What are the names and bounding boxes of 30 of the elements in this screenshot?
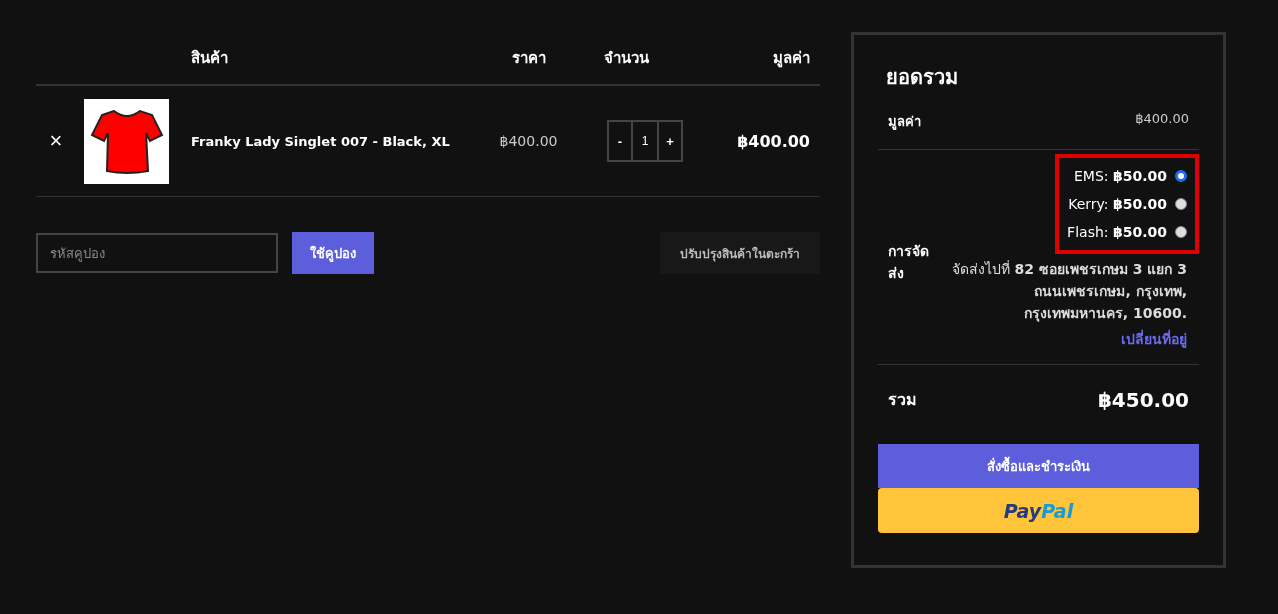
column-header: จำนวน	[603, 48, 650, 69]
column-header: ราคา	[510, 48, 547, 69]
quantity-field[interactable]: 1	[631, 120, 659, 162]
apply-coupon-button[interactable]: ใช้คูปอง	[292, 232, 374, 274]
remove-button[interactable]: ×	[36, 128, 76, 154]
subtotal-label: มูลค่า	[888, 113, 921, 132]
product-name[interactable]: Franky Lady Singlet 007 - Black, XL	[191, 133, 481, 149]
column-header: มูลค่า	[772, 48, 811, 70]
coupon-code-field[interactable]: รหัสคูปอง	[36, 233, 278, 273]
increase-button[interactable]: +	[659, 120, 683, 162]
total-amount: ฿450.00	[1097, 387, 1189, 412]
paypal-button[interactable]: PayPal	[878, 488, 1199, 533]
shipping-option-label: Flash: ฿50.00	[1067, 224, 1167, 240]
checkout-button[interactable]: สั่งซื้อและชำระเงิน	[878, 444, 1199, 488]
shipping-option-label: EMS: ฿50.00	[1074, 168, 1167, 184]
shipping-address: จัดส่งไปที่ 82 ซอยเพชรเกษม 3 แยก 3 ถนนเพชรเกษม, กรุงเทพ, กรุงเทพมหานคร, 10600.	[951, 259, 1188, 324]
decrease-button[interactable]: -	[607, 120, 631, 162]
shipping-label: การจัดส่ง	[888, 242, 930, 283]
update-cart-button[interactable]: ปรับปรุงสินค้าในตะกร้า	[660, 232, 820, 274]
subtotal-amount: ฿400.00	[1135, 111, 1189, 128]
radio-button[interactable]	[1175, 170, 1187, 182]
shipping-option-label: Kerry: ฿50.00	[1068, 196, 1167, 212]
total-label: รวม	[888, 389, 917, 411]
totals-title: ยอดรวม	[886, 64, 959, 91]
line-subtotal: ฿400.00	[736, 131, 811, 151]
change-address-link[interactable]: เปลี่ยนที่อยู่	[1121, 328, 1187, 350]
unit-price: ฿400.00	[498, 133, 559, 149]
column-header: สินค้า	[191, 48, 229, 69]
radio-button[interactable]	[1175, 198, 1187, 210]
radio-button[interactable]	[1175, 226, 1187, 238]
